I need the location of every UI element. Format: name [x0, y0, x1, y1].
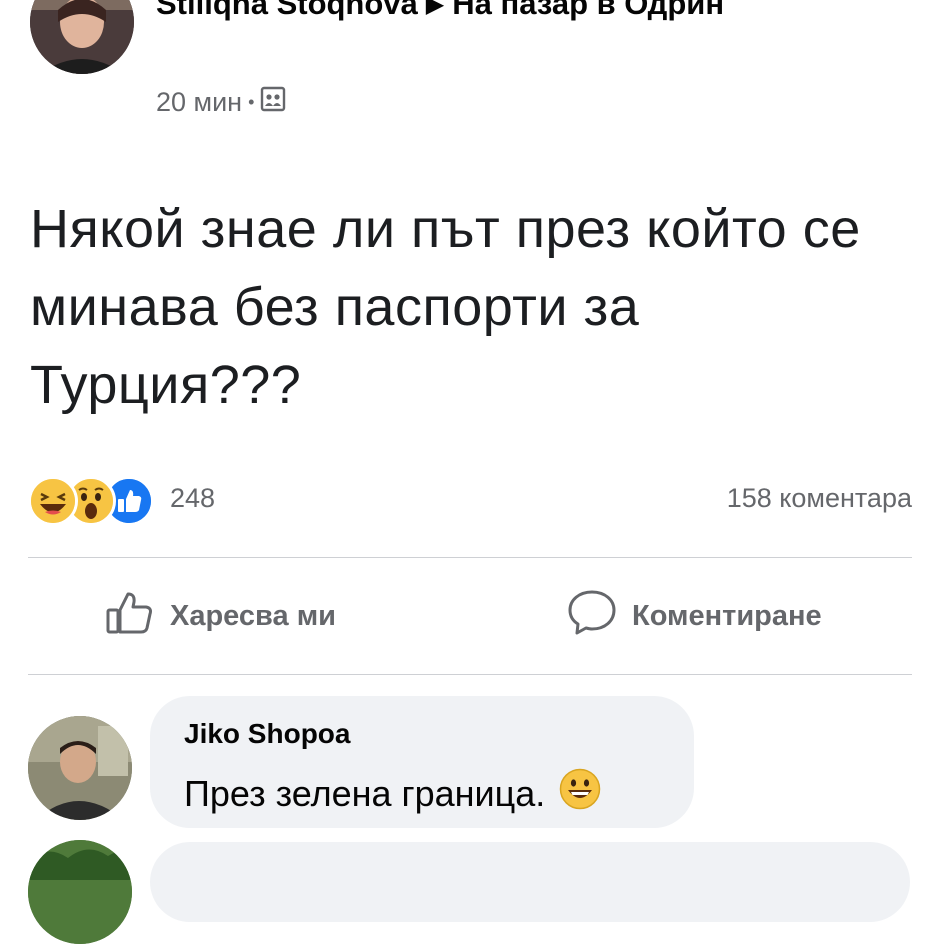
smiley-icon [559, 768, 601, 819]
commenter-avatar[interactable] [28, 840, 132, 944]
reaction-count[interactable]: 248 [170, 483, 215, 514]
post-header-title: Stiliqna Stoqnova ▶ На пазар в Одрин [156, 0, 876, 33]
post-time[interactable]: 20 мин [156, 87, 242, 118]
thumbs-up-outline-icon [104, 586, 156, 646]
comment-button[interactable]: Коментиране [566, 588, 822, 644]
author-name-link[interactable]: Stiliqna Stoqnova [156, 0, 418, 21]
comment-button-label: Коментиране [632, 599, 822, 632]
commenter-name[interactable]: Jiko Shopoa [184, 718, 350, 750]
reactions-summary[interactable]: 248 158 коментара [28, 476, 912, 526]
comment-bubble[interactable]: Jiko Shopoa През зелена граница. [150, 696, 694, 828]
post-text: Някой знае ли път през който се минава б… [30, 199, 861, 415]
comment-count[interactable]: 158 коментара [727, 483, 912, 514]
separator-dot: • [248, 92, 255, 112]
group-name-link[interactable]: На пазар в Одрин [452, 0, 724, 21]
post-meta: 20 мин • [156, 86, 286, 119]
divider [28, 674, 912, 675]
commenter-avatar[interactable] [28, 716, 132, 820]
author-avatar[interactable] [30, 0, 134, 74]
like-button[interactable]: Харесва ми [104, 588, 336, 644]
speech-bubble-icon [566, 586, 618, 646]
like-button-label: Харесва ми [170, 599, 336, 632]
comment-text-row: През зелена граница. [184, 768, 601, 819]
comment-text: През зелена граница. [184, 772, 546, 814]
comment-bubble[interactable] [150, 842, 910, 922]
divider [28, 557, 912, 558]
laughing-face-icon [28, 476, 78, 526]
arrow-right-icon: ▶ [425, 0, 445, 18]
group-members-icon [260, 86, 286, 119]
